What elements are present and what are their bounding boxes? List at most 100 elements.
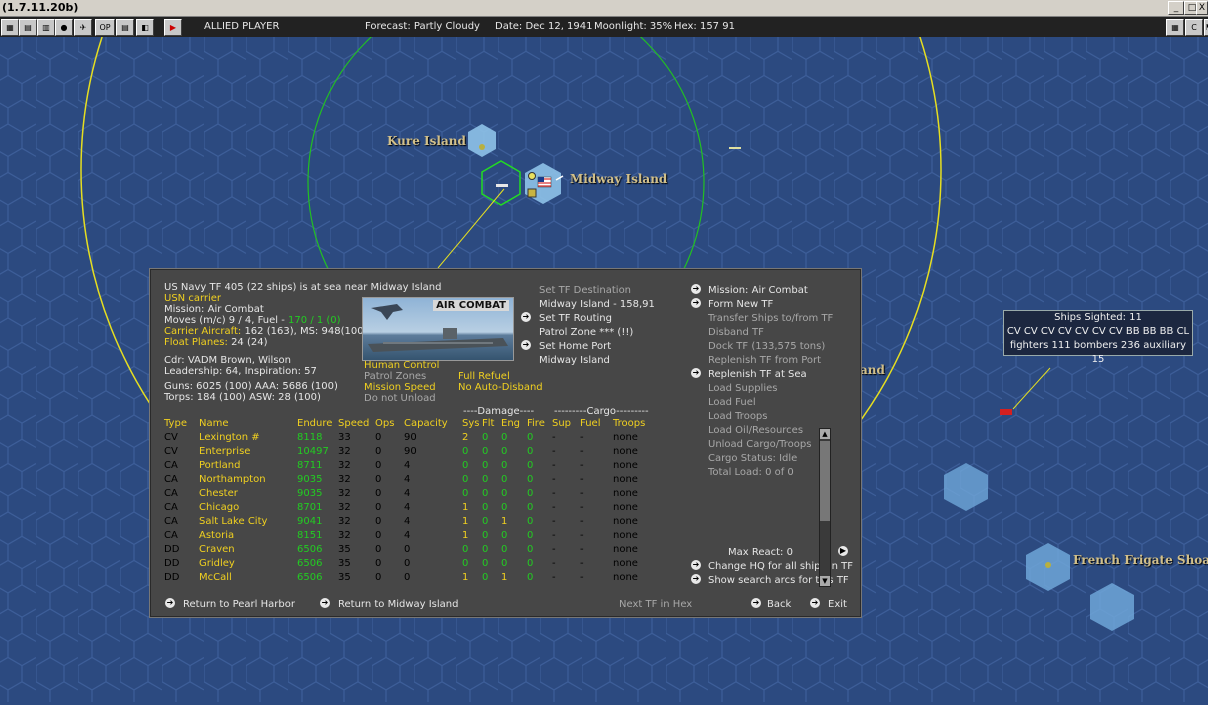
set-home-port-arrow-icon[interactable]: ➔ (521, 340, 531, 350)
map-overlay-icon[interactable]: ▦ (1166, 19, 1184, 36)
exit-button[interactable]: Exit (828, 599, 847, 611)
table-cell: none (613, 474, 638, 485)
tf-action-11[interactable]: Unload Cargo/Troops (708, 439, 811, 451)
next-tf-button[interactable]: Next TF in Hex (619, 599, 692, 611)
float-planes-label[interactable]: Float Planes: (164, 337, 228, 348)
table-cell[interactable]: Astoria (199, 529, 234, 543)
table-cell: - (580, 432, 584, 443)
table-cell: CA (164, 516, 178, 527)
table-cell: 0 (462, 488, 469, 499)
action-arrow-icon[interactable]: ➔ (691, 368, 701, 378)
table-cell[interactable]: Gridley (199, 557, 235, 571)
tf-action-3[interactable]: Disband TF (708, 327, 764, 339)
window-icon[interactable]: ◧ (136, 19, 154, 36)
friendly-tf-icon[interactable] (729, 147, 741, 149)
back-button[interactable]: Back (767, 599, 791, 611)
column-header: Fuel (580, 418, 601, 429)
end-turn-icon[interactable]: ▶ (164, 19, 182, 36)
kure-base-icon (479, 144, 485, 150)
return-midway-arrow-icon[interactable]: ➔ (320, 598, 330, 608)
table-cell: CA (164, 488, 178, 499)
change-hq-arrow-icon[interactable]: ➔ (691, 560, 701, 570)
aircraft-icon[interactable]: ✈ (74, 19, 92, 36)
tf-action-1[interactable]: Form New TF (708, 299, 773, 311)
tf-action-7[interactable]: Load Supplies (708, 383, 777, 395)
kure-island-label: Kure Island (387, 134, 466, 148)
tf-action-5[interactable]: Replenish TF from Port (708, 355, 821, 367)
tf-action-9[interactable]: Load Troops (708, 411, 768, 423)
tf-action-12[interactable]: Cargo Status: Idle (708, 453, 797, 465)
table-cell: 0 (527, 432, 534, 443)
table-cell[interactable]: Chicago (199, 501, 239, 515)
table-cell: none (613, 502, 638, 513)
scroll-thumb[interactable] (820, 441, 830, 521)
tf-moves-label: Moves (m/c) 9 / 4, Fuel - (164, 315, 289, 326)
scroll-down-icon[interactable]: ▼ (820, 576, 830, 586)
enemy-tf-icon[interactable] (1000, 409, 1012, 415)
table-cell[interactable]: McCall (199, 571, 232, 585)
tf-action-2[interactable]: Transfer Ships to/from TF (708, 313, 833, 325)
search-arcs-arrow-icon[interactable]: ➔ (691, 574, 701, 584)
tf-action-8[interactable]: Load Fuel (708, 397, 756, 409)
return-pearl-arrow-icon[interactable]: ➔ (165, 598, 175, 608)
tf-action-4[interactable]: Dock TF (133,575 tons) (708, 341, 825, 353)
set-home-port-button[interactable]: Set Home Port (539, 341, 611, 353)
table-cell: 0 (375, 502, 382, 513)
anchor-icon (528, 172, 536, 180)
table-cell: 0 (527, 544, 534, 555)
op-button[interactable]: OP (95, 19, 115, 36)
change-hq-button[interactable]: Change HQ for all ships in TF (708, 561, 853, 573)
column-header: Speed (338, 418, 370, 429)
player-label: ALLIED PLAYER (204, 21, 280, 32)
table-cell: 4 (404, 474, 411, 485)
table-cell: 0 (482, 544, 489, 555)
report-icon[interactable]: ▤ (116, 19, 134, 36)
globe-icon[interactable]: ● (55, 19, 73, 36)
table-cell: - (580, 572, 584, 583)
table-cell: 8711 (297, 460, 323, 471)
table-cell: - (580, 516, 584, 527)
carrier-aircraft-label[interactable]: Carrier Aircraft: (164, 326, 241, 337)
table-cell: 0 (375, 572, 382, 583)
table-cell[interactable]: Salt Lake City (199, 515, 267, 529)
ship-table-scrollbar[interactable]: ▲ ▼ (819, 428, 831, 587)
close-button[interactable]: X (1196, 1, 1208, 15)
scroll-up-icon[interactable]: ▲ (820, 429, 830, 439)
table-cell: none (613, 488, 638, 499)
list-icon[interactable]: ▥ (37, 19, 55, 36)
no-auto-disband-toggle[interactable]: No Auto-Disband (458, 382, 543, 394)
table-cell: 0 (462, 460, 469, 471)
table-cell: none (613, 530, 638, 541)
table-cell: 4 (404, 516, 411, 527)
set-routing-arrow-icon[interactable]: ➔ (521, 312, 531, 322)
chart-icon[interactable]: ▤ (19, 19, 37, 36)
flag-icon[interactable]: ⚑ (1204, 19, 1208, 36)
table-cell[interactable]: Portland (199, 459, 240, 473)
action-arrow-icon[interactable]: ➔ (691, 284, 701, 294)
table-cell: 32 (338, 488, 351, 499)
tf-action-13[interactable]: Total Load: 0 of 0 (708, 467, 794, 479)
max-react-increase-icon[interactable]: ▶ (838, 546, 848, 556)
do-not-unload-toggle[interactable]: Do not Unload (364, 393, 436, 405)
table-cell: 35 (338, 544, 351, 555)
exit-arrow-icon[interactable]: ➔ (810, 598, 820, 608)
back-arrow-icon[interactable]: ➔ (751, 598, 761, 608)
table-cell[interactable]: Northampton (199, 473, 266, 487)
combat-icon[interactable]: C (1185, 19, 1203, 36)
table-cell[interactable]: Lexington # (199, 431, 260, 445)
set-routing-button[interactable]: Set TF Routing (539, 313, 612, 325)
tf-action-0[interactable]: Mission: Air Combat (708, 285, 808, 297)
return-pearl-button[interactable]: Return to Pearl Harbor (183, 599, 295, 611)
task-force-icon[interactable] (496, 184, 508, 187)
table-cell: 32 (338, 446, 351, 457)
minimize-button[interactable]: _ (1168, 1, 1184, 15)
tf-action-6[interactable]: Replenish TF at Sea (708, 369, 807, 381)
map-icon[interactable]: ▦ (1, 19, 19, 36)
table-cell[interactable]: Craven (199, 543, 235, 557)
return-midway-button[interactable]: Return to Midway Island (338, 599, 459, 611)
table-cell: none (613, 544, 638, 555)
table-cell[interactable]: Enterprise (199, 445, 250, 459)
table-cell[interactable]: Chester (199, 487, 238, 501)
action-arrow-icon[interactable]: ➔ (691, 298, 701, 308)
tf-action-10[interactable]: Load Oil/Resources (708, 425, 803, 437)
